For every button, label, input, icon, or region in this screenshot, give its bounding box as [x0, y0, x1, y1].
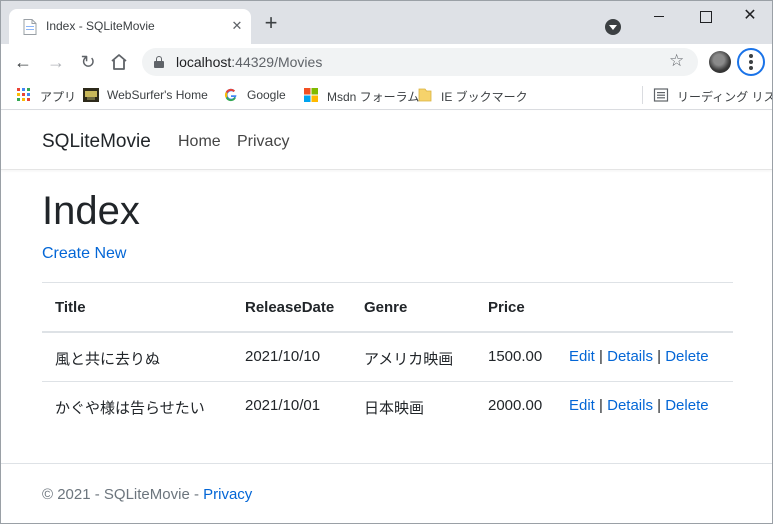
web-page: SQLiteMovie Home Privacy Index Create Ne…: [1, 111, 772, 523]
action-separator: |: [599, 348, 603, 365]
tab-title: Index - SQLiteMovie: [46, 19, 155, 33]
bookmark-websurfer[interactable]: WebSurfer's Home: [83, 86, 209, 104]
create-new-link[interactable]: Create New: [42, 245, 126, 263]
action-separator: |: [657, 397, 662, 414]
action-separator: |: [599, 397, 603, 414]
home-icon[interactable]: [109, 52, 129, 72]
details-link[interactable]: Details: [607, 397, 653, 414]
url-host: localhost: [176, 54, 232, 70]
edit-link[interactable]: Edit: [569, 397, 595, 414]
cell-title: 風と共に去りぬ: [55, 351, 161, 368]
cell-genre: 日本映画: [364, 400, 425, 417]
microsoft-logo-icon: [304, 88, 318, 102]
bookmark-label: アプリ: [40, 90, 77, 104]
cell-title: かぐや様は告らせたい: [55, 400, 205, 417]
websurfer-favicon: [83, 88, 99, 102]
address-bar[interactable]: localhost:44329/Movies ☆: [142, 48, 698, 76]
site-brand[interactable]: SQLiteMovie: [42, 131, 151, 153]
bookmark-label: Msdn フォーラム: [327, 90, 420, 104]
bookmark-star-icon[interactable]: ☆: [669, 51, 684, 71]
forward-arrow-icon[interactable]: →: [46, 52, 66, 72]
footer-privacy-link[interactable]: Privacy: [203, 486, 252, 503]
column-header-price: Price: [488, 299, 525, 316]
bookmark-apps[interactable]: アプリ: [16, 86, 76, 104]
reading-list[interactable]: リーディング リスト: [653, 86, 772, 104]
table-top-border: [42, 282, 733, 283]
column-header-releasedate: ReleaseDate: [245, 299, 335, 316]
page-title: Index: [42, 189, 140, 233]
url-text[interactable]: localhost:44329/Movies: [176, 54, 322, 70]
maximize-icon[interactable]: [695, 7, 715, 25]
cell-release-date: 2021/10/10: [245, 348, 321, 365]
bookmark-msdn[interactable]: Msdn フォーラム: [303, 86, 419, 104]
site-footer: © 2021 - SQLiteMovie - Privacy: [42, 486, 252, 503]
more-menu-icon[interactable]: [737, 48, 765, 76]
site-navbar: SQLiteMovie Home Privacy: [1, 111, 772, 170]
profile-avatar[interactable]: [709, 51, 731, 73]
bookmark-label: Google: [247, 88, 286, 102]
cell-price: 2000.00: [488, 397, 543, 414]
tab-close-icon[interactable]: ✕: [229, 18, 245, 34]
delete-link[interactable]: Delete: [665, 348, 708, 365]
action-separator: |: [657, 348, 662, 365]
bookmark-label: WebSurfer's Home: [107, 88, 208, 102]
bookmarks-bar: アプリ WebSurfer's Home Google Msdn フォーラム I…: [1, 80, 772, 110]
column-header-title: Title: [55, 299, 86, 316]
reading-list-icon: [653, 88, 669, 102]
delete-link[interactable]: Delete: [665, 397, 708, 414]
new-tab-icon[interactable]: +: [261, 12, 281, 34]
minimize-icon[interactable]: [649, 7, 669, 25]
bookmark-label: リーディング リスト: [677, 90, 772, 104]
url-path: :44329/Movies: [231, 54, 323, 70]
bookmark-google[interactable]: Google: [223, 86, 289, 104]
row-actions: Edit | Details | Delete: [569, 348, 709, 365]
browser-window: Index - SQLiteMovie ✕ + ✕ ← → ↻ localhos…: [0, 0, 773, 524]
browser-tab[interactable]: Index - SQLiteMovie ✕: [9, 9, 251, 44]
footer-divider: [1, 463, 772, 464]
bookmarks-divider: [642, 86, 643, 104]
table-row-divider: [42, 381, 733, 382]
window-close-icon[interactable]: ✕: [740, 7, 760, 25]
lock-icon[interactable]: [154, 56, 164, 68]
nav-link-home[interactable]: Home: [178, 133, 221, 151]
table-header-border: [42, 331, 733, 333]
bookmark-label: IE ブックマーク: [441, 90, 528, 104]
edit-link[interactable]: Edit: [569, 348, 595, 365]
bookmark-ie[interactable]: IE ブックマーク: [417, 86, 528, 104]
google-g-icon: [224, 88, 237, 102]
column-header-genre: Genre: [364, 299, 408, 316]
browser-toolbar: ← → ↻ localhost:44329/Movies ☆: [1, 44, 772, 80]
nav-link-privacy[interactable]: Privacy: [237, 133, 289, 151]
details-link[interactable]: Details: [607, 348, 653, 365]
cell-price: 1500.00: [488, 348, 543, 365]
apps-grid-icon: [16, 87, 32, 103]
folder-icon: [418, 88, 432, 102]
tab-search-icon[interactable]: [605, 19, 621, 35]
reload-icon[interactable]: ↻: [78, 52, 98, 72]
cell-genre: アメリカ映画: [364, 351, 454, 368]
page-favicon-icon: [23, 19, 37, 35]
footer-copyright: © 2021 - SQLiteMovie -: [42, 486, 204, 503]
tab-strip: Index - SQLiteMovie ✕ + ✕: [1, 1, 772, 44]
row-actions: Edit | Details | Delete: [569, 397, 709, 414]
back-arrow-icon[interactable]: ←: [13, 52, 33, 72]
cell-release-date: 2021/10/01: [245, 397, 321, 414]
